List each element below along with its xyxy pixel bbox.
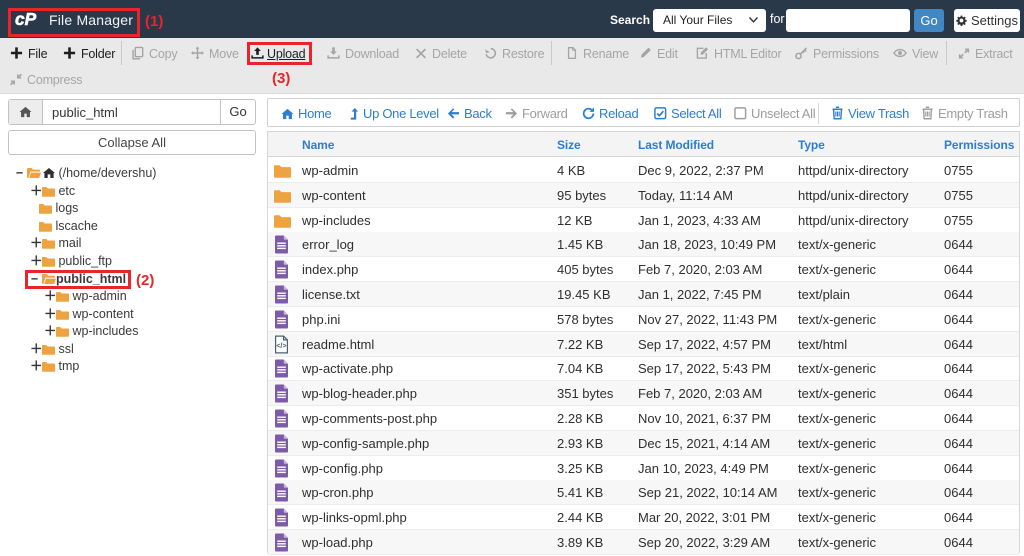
svg-text:</>: </> (276, 343, 286, 350)
